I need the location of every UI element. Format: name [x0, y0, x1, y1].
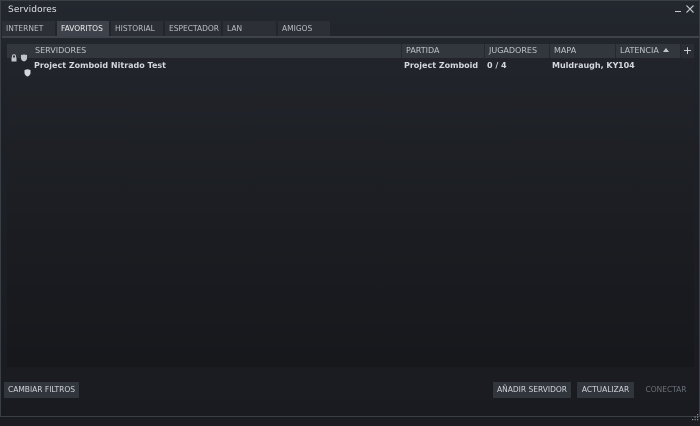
- server-browser-window: Servidores INTERNET FAVORITOS HISTORIAL …: [0, 0, 700, 421]
- title-bar[interactable]: Servidores: [1, 1, 699, 19]
- server-map: Muldraugh, KY: [552, 61, 619, 70]
- tab-bar: INTERNET FAVORITOS HISTORIAL ESPECTADOR …: [2, 21, 699, 36]
- server-game: Project Zomboid: [404, 61, 479, 70]
- tab-internet[interactable]: INTERNET: [2, 21, 55, 36]
- tab-underline: [2, 36, 699, 38]
- close-icon[interactable]: [685, 4, 695, 14]
- tab-favoritos[interactable]: FAVORITOS: [57, 21, 109, 36]
- resize-grip-icon[interactable]: [690, 407, 699, 421]
- column-header-row: SERVIDORES PARTIDA JUGADORES MAPA LATENC…: [7, 44, 694, 62]
- add-server-button[interactable]: AÑADIR SERVIDOR: [493, 382, 571, 398]
- shield-icon[interactable]: [20, 47, 28, 62]
- tab-historial[interactable]: HISTORIAL: [111, 21, 163, 36]
- change-filters-button[interactable]: CAMBIAR FILTROS: [4, 382, 79, 398]
- server-players: 0 / 4: [487, 61, 507, 70]
- column-servidores[interactable]: SERVIDORES: [31, 44, 401, 58]
- table-row[interactable]: Project Zomboid Nitrado Test Project Zom…: [7, 60, 694, 77]
- server-list[interactable]: SERVIDORES PARTIDA JUGADORES MAPA LATENC…: [7, 44, 694, 367]
- refresh-button[interactable]: ACTUALIZAR: [577, 382, 634, 398]
- column-latencia[interactable]: LATENCIA: [615, 44, 680, 58]
- tab-amigos[interactable]: AMIGOS: [278, 21, 330, 36]
- server-name: Project Zomboid Nitrado Test: [34, 61, 166, 70]
- column-latencia-label: LATENCIA: [620, 46, 659, 55]
- column-partida[interactable]: PARTIDA: [401, 44, 484, 58]
- column-jugadores[interactable]: JUGADORES: [484, 44, 548, 58]
- tab-espectador[interactable]: ESPECTADOR: [165, 21, 221, 36]
- connect-button[interactable]: CONECTAR: [640, 382, 692, 398]
- minimize-icon[interactable]: [673, 4, 683, 14]
- lock-icon[interactable]: [10, 47, 18, 62]
- window-title: Servidores: [8, 5, 57, 15]
- server-latency: 104: [618, 61, 635, 70]
- column-mapa[interactable]: MAPA: [549, 44, 614, 58]
- sort-ascending-icon: [662, 48, 669, 52]
- tab-lan[interactable]: LAN: [223, 21, 276, 36]
- add-column-button[interactable]: +: [680, 44, 694, 58]
- shield-icon: [24, 62, 31, 77]
